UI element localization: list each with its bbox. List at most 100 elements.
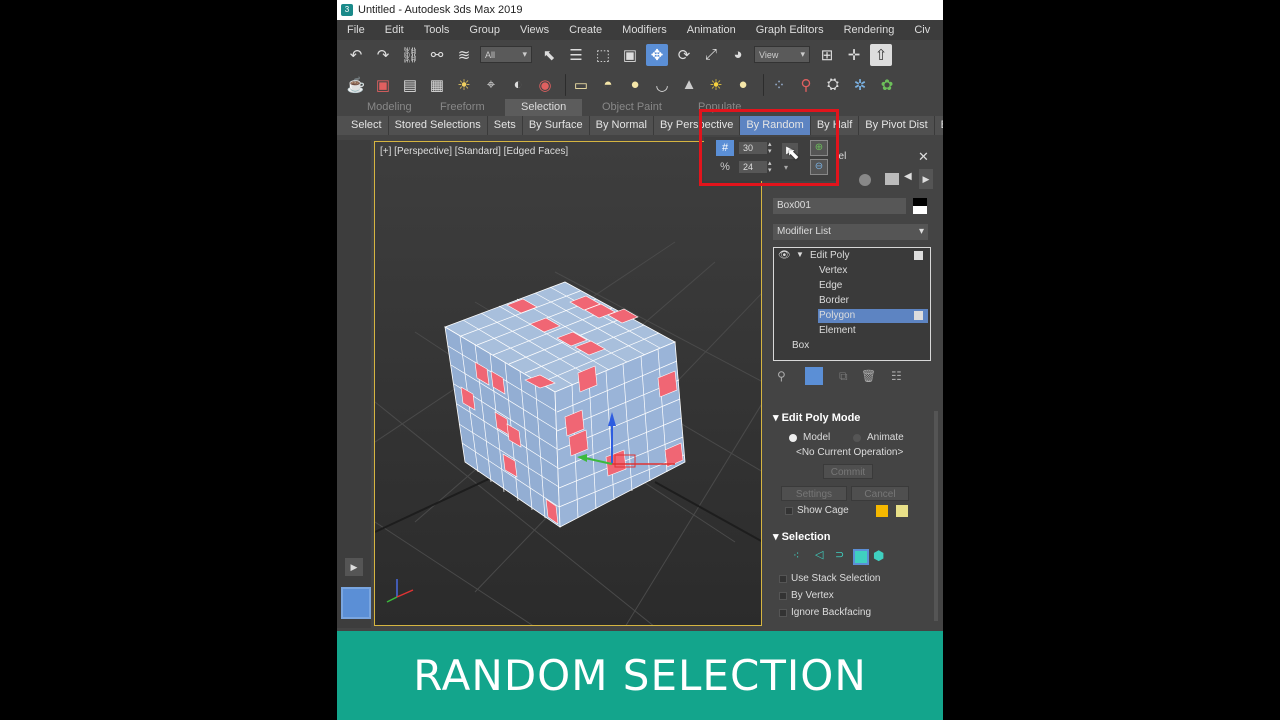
- cloth-icon[interactable]: ⛭: [822, 74, 844, 96]
- place-icon[interactable]: ◕: [727, 44, 749, 66]
- particle-icon[interactable]: ⁘: [768, 74, 790, 96]
- edit-poly-mode-rollout[interactable]: ▾ Edit Poly Mode: [773, 411, 860, 424]
- camera-icon[interactable]: ⌖: [480, 74, 502, 96]
- menu-graph-editors[interactable]: Graph Editors: [746, 24, 834, 36]
- select-object-icon[interactable]: ⬉: [538, 44, 560, 66]
- move-icon[interactable]: ✥: [646, 43, 668, 66]
- select-by-name-icon[interactable]: ☰: [565, 44, 587, 66]
- stack-border[interactable]: Border: [819, 294, 849, 308]
- by-view-button[interactable]: By View: [935, 116, 943, 135]
- cone-icon[interactable]: ▲: [678, 74, 700, 96]
- unlink-icon[interactable]: ⚯: [426, 44, 448, 66]
- keyboard-shortcut-icon[interactable]: ⇧: [870, 43, 892, 66]
- show-cage-checkbox[interactable]: [785, 507, 793, 515]
- material-editor-icon[interactable]: ◉: [534, 74, 556, 96]
- menu-tools[interactable]: Tools: [414, 24, 460, 36]
- render-frame-icon[interactable]: ▣: [372, 74, 394, 96]
- stored-selections-button[interactable]: Stored Selections: [389, 116, 488, 135]
- play-icon[interactable]: ▶: [345, 558, 363, 576]
- tab-object-paint[interactable]: Object Paint: [602, 99, 662, 116]
- sets-button[interactable]: Sets: [488, 116, 523, 135]
- border-subobject-icon[interactable]: ⊃: [835, 548, 844, 561]
- configure-sets-icon[interactable]: ☷: [891, 369, 902, 383]
- selection-filter-dropdown[interactable]: All ▾: [480, 46, 532, 63]
- chevron-left-icon[interactable]: ◀: [904, 171, 912, 182]
- physics-icon[interactable]: ⚲: [795, 74, 817, 96]
- stack-edge[interactable]: Edge: [819, 279, 842, 293]
- plane-primitive-icon[interactable]: ▭: [570, 74, 592, 96]
- sky-sphere-icon[interactable]: ●: [732, 74, 754, 96]
- menu-create[interactable]: Create: [559, 24, 612, 36]
- menu-group[interactable]: Group: [459, 24, 510, 36]
- stack-box[interactable]: Box: [792, 339, 809, 353]
- sphere-icon[interactable]: ●: [624, 74, 646, 96]
- close-icon[interactable]: ✕: [918, 149, 929, 165]
- vertex-subobject-icon[interactable]: ⁖: [793, 549, 799, 562]
- reference-coord-dropdown[interactable]: View ▾: [754, 46, 810, 63]
- by-vertex-checkbox[interactable]: [779, 592, 787, 600]
- menu-civ[interactable]: Civ: [904, 24, 940, 36]
- select-manipulate-icon[interactable]: ✛: [843, 44, 865, 66]
- environment-icon[interactable]: ◐: [507, 74, 529, 96]
- cage-color-swatch[interactable]: [876, 505, 888, 517]
- object-color-swatch[interactable]: [913, 198, 927, 214]
- perspective-viewport[interactable]: [+] [Perspective] [Standard] [Edged Face…: [374, 141, 762, 626]
- animate-radio[interactable]: [853, 434, 861, 442]
- layer-explorer-icon[interactable]: ▦: [426, 74, 448, 96]
- pin-stack-icon[interactable]: ⚲: [777, 369, 786, 383]
- commit-button[interactable]: Commit: [823, 464, 873, 479]
- expand-triangle-icon[interactable]: ▼: [796, 250, 804, 259]
- modifier-list-dropdown[interactable]: Modifier List ▾: [773, 224, 928, 240]
- edge-subobject-icon[interactable]: ◁: [815, 548, 823, 561]
- cage-selected-color-swatch[interactable]: [896, 505, 908, 517]
- bind-spacewarp-icon[interactable]: ≋: [453, 44, 475, 66]
- tab-selection[interactable]: Selection: [505, 99, 583, 116]
- light-icon[interactable]: ☀: [453, 74, 475, 96]
- chevron-right-icon[interactable]: ▶: [919, 169, 933, 189]
- window-crossing-icon[interactable]: ▣: [619, 44, 641, 66]
- motion-tab-icon[interactable]: [859, 174, 871, 186]
- scene-explorer-icon[interactable]: ▤: [399, 74, 421, 96]
- cancel-button[interactable]: Cancel: [851, 486, 909, 501]
- menu-rendering[interactable]: Rendering: [834, 24, 905, 36]
- tab-freeform[interactable]: Freeform: [440, 99, 485, 116]
- undo-icon[interactable]: ↶: [345, 44, 367, 66]
- stack-element[interactable]: Element: [819, 324, 856, 338]
- show-end-result-icon[interactable]: [805, 367, 823, 385]
- plant-icon[interactable]: ✿: [876, 74, 898, 96]
- teapot-icon[interactable]: ☕: [345, 74, 367, 96]
- redo-icon[interactable]: ↷: [372, 44, 394, 66]
- polygon-subobject-icon[interactable]: [853, 549, 869, 565]
- rect-selection-icon[interactable]: ⬚: [592, 44, 614, 66]
- make-unique-icon[interactable]: ⧉: [839, 369, 848, 384]
- stack-edit-poly[interactable]: Edit Poly: [810, 249, 849, 263]
- ignore-backfacing-checkbox[interactable]: [779, 609, 787, 617]
- menu-edit[interactable]: Edit: [375, 24, 414, 36]
- selection-rollout[interactable]: ▾ Selection: [773, 530, 830, 543]
- rotate-icon[interactable]: ⟳: [673, 44, 695, 66]
- bowl-icon[interactable]: ◡: [651, 74, 673, 96]
- settings-button[interactable]: Settings: [781, 486, 847, 501]
- use-stack-selection-checkbox[interactable]: [779, 575, 787, 583]
- stack-vertex[interactable]: Vertex: [819, 264, 847, 278]
- panel-scrollbar[interactable]: [934, 411, 938, 621]
- by-normal-button[interactable]: By Normal: [590, 116, 654, 135]
- by-surface-button[interactable]: By Surface: [523, 116, 590, 135]
- viewport-layout-button[interactable]: [341, 587, 371, 619]
- display-tab-icon[interactable]: [885, 173, 899, 185]
- stack-polygon[interactable]: Polygon: [818, 309, 928, 323]
- menu-views[interactable]: Views: [510, 24, 559, 36]
- element-subobject-icon[interactable]: ⬢: [873, 548, 884, 564]
- trash-icon[interactable]: 🗑: [861, 369, 876, 383]
- modifier-toggle-box[interactable]: [914, 251, 923, 260]
- link-icon[interactable]: ⛓: [399, 44, 421, 66]
- eye-icon[interactable]: 👁: [778, 250, 791, 261]
- gear-icon[interactable]: ✲: [849, 74, 871, 96]
- ribbon-select-button[interactable]: Select: [345, 116, 389, 135]
- tab-modeling[interactable]: Modeling: [367, 99, 412, 116]
- viewport-label[interactable]: [+] [Perspective] [Standard] [Edged Face…: [380, 146, 568, 157]
- object-name-field[interactable]: Box001: [773, 198, 906, 214]
- sun-icon[interactable]: ☀: [705, 74, 727, 96]
- menu-animation[interactable]: Animation: [677, 24, 746, 36]
- menu-file[interactable]: File: [337, 24, 375, 36]
